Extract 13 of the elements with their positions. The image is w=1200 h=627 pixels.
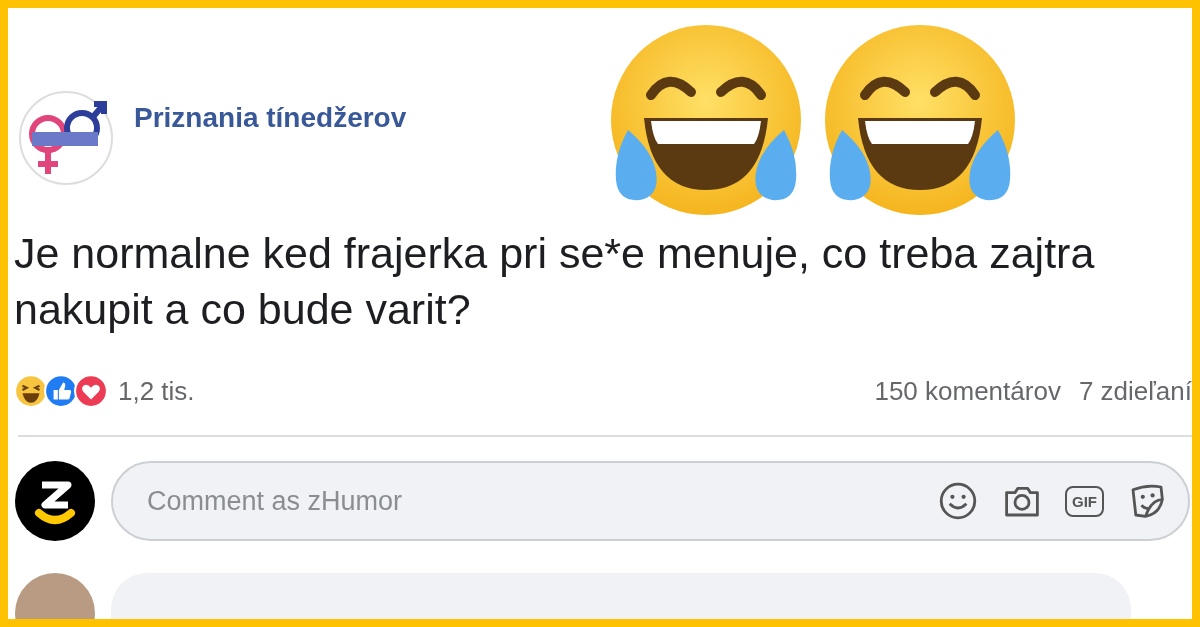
- reaction-count[interactable]: 1,2 tis.: [118, 375, 195, 407]
- avatar-logo-icon: [15, 461, 95, 541]
- emoji-icon[interactable]: [937, 480, 979, 522]
- share-count[interactable]: 7 zdieľaní: [1078, 375, 1192, 407]
- gif-button[interactable]: GIF: [1065, 485, 1104, 517]
- comment-count[interactable]: 150 komentárov: [874, 375, 1061, 407]
- comment-input-field[interactable]: Comment as zHumor GIF: [111, 461, 1190, 541]
- post-text: Je normalne ked frajerka pri se*e menuje, co treba zajtra nakupit a co bude varit?: [14, 228, 1096, 335]
- laughing-reaction-icon: [14, 374, 48, 408]
- like-reaction-icon: [44, 374, 78, 408]
- logo-icon: [18, 90, 114, 186]
- page-name[interactable]: Priznania tínedžerov: [134, 102, 407, 134]
- love-reaction-icon: [74, 374, 108, 408]
